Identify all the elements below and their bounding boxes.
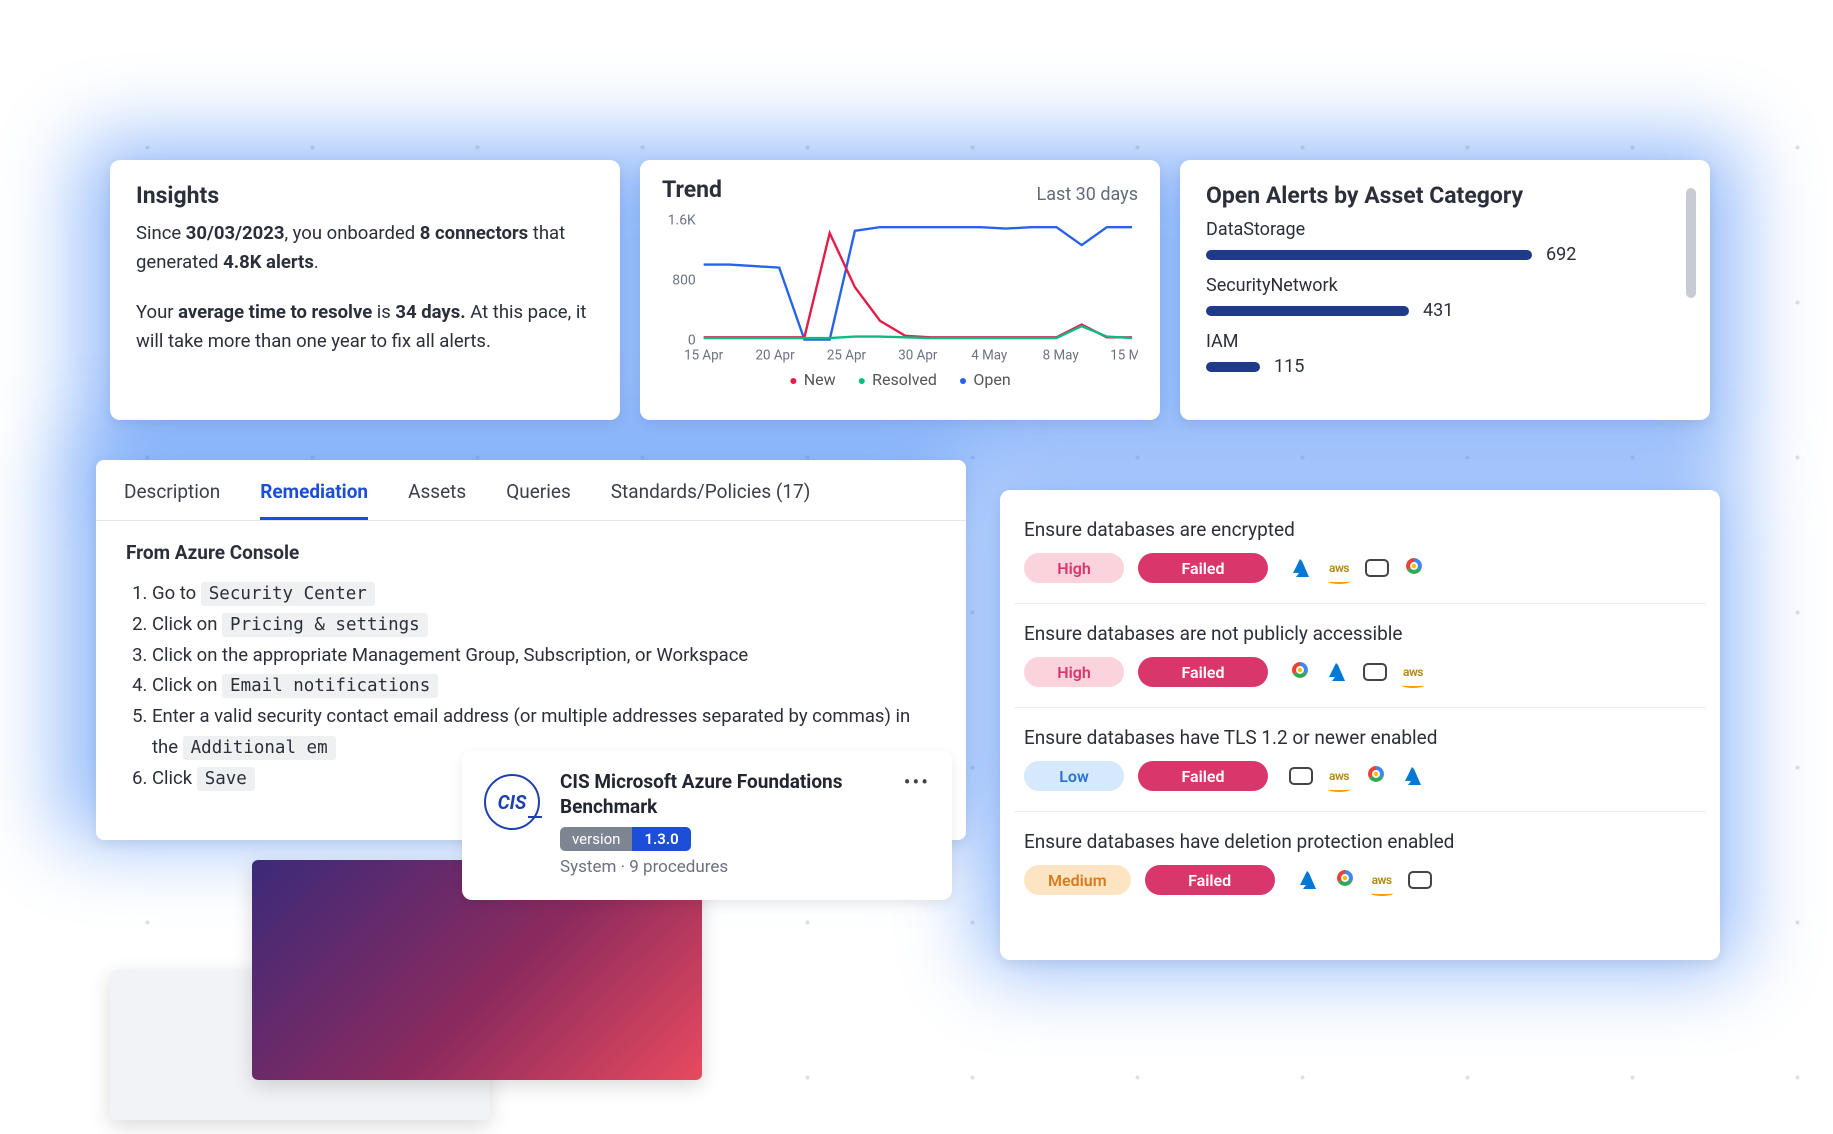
alert-category-value: 431 (1423, 300, 1453, 321)
finding-item[interactable]: Ensure databases have deletion protectio… (1014, 812, 1706, 915)
gcp-icon (1402, 555, 1426, 577)
code-token: Save (197, 767, 255, 791)
svg-text:15 May: 15 May (1110, 348, 1138, 363)
finding-title: Ensure databases are not publicly access… (1024, 622, 1696, 645)
alibaba-icon (1407, 867, 1433, 893)
status-badge: Failed (1138, 553, 1268, 583)
insights-line-1: Since 30/03/2023, you onboarded 8 connec… (136, 219, 594, 276)
azure-icon (1400, 763, 1426, 789)
alert-category-bar (1206, 362, 1260, 372)
remediation-step: Click on the appropriate Management Grou… (152, 640, 936, 671)
cis-version-badge: version 1.3.0 (560, 827, 691, 851)
finding-item[interactable]: Ensure databases are encrypted High Fail… (1014, 500, 1706, 604)
aws-icon: aws (1326, 555, 1352, 581)
remediation-heading: From Azure Console (126, 541, 936, 564)
finding-item[interactable]: Ensure databases have TLS 1.2 or newer e… (1014, 708, 1706, 812)
severity-badge: Low (1024, 761, 1124, 791)
gcp-icon (1364, 763, 1388, 785)
svg-text:8 May: 8 May (1043, 348, 1080, 363)
code-token: Security Center (201, 582, 375, 606)
legend-resolved: Resolved (858, 370, 937, 389)
trend-chart[interactable]: 0 800 1.6K 15 Apr 20 Apr 25 Apr 30 Apr 4 May 8 M… (662, 213, 1138, 368)
provider-icons: aws (1295, 867, 1433, 893)
trend-title: Trend (662, 176, 722, 203)
gcp-icon (1333, 867, 1357, 889)
finding-item[interactable]: Ensure databases are not publicly access… (1014, 604, 1706, 708)
provider-icons: aws (1288, 555, 1426, 581)
severity-badge: High (1024, 553, 1124, 583)
provider-icons: aws (1288, 659, 1426, 685)
cis-logo-icon: CIS (484, 774, 540, 830)
finding-title: Ensure databases have deletion protectio… (1024, 830, 1696, 853)
trend-legend: New Resolved Open (662, 370, 1138, 389)
severity-badge: Medium (1024, 865, 1131, 895)
scrollbar[interactable] (1686, 188, 1696, 298)
alert-category-label: IAM (1206, 331, 1670, 352)
cis-title: CIS Microsoft Azure Foundations Benchmar… (560, 770, 930, 819)
alert-category-value: 692 (1546, 244, 1576, 265)
tab-description[interactable]: Description (124, 480, 220, 520)
azure-icon (1295, 867, 1321, 893)
tab-remediation[interactable]: Remediation (260, 480, 368, 520)
alert-category-row[interactable]: DataStorage 692 (1206, 219, 1670, 265)
legend-new: New (789, 370, 835, 389)
severity-badge: High (1024, 657, 1124, 687)
alert-category-label: SecurityNetwork (1206, 275, 1670, 296)
alert-category-bar (1206, 250, 1532, 260)
alert-category-bar (1206, 306, 1409, 316)
status-badge: Failed (1138, 761, 1268, 791)
more-menu-icon[interactable]: ••• (904, 770, 930, 794)
svg-text:30 Apr: 30 Apr (898, 348, 938, 363)
azure-icon (1324, 659, 1350, 685)
finding-title: Ensure databases are encrypted (1024, 518, 1696, 541)
status-badge: Failed (1145, 865, 1275, 895)
alert-category-row[interactable]: SecurityNetwork 431 (1206, 275, 1670, 321)
open-alerts-card: Open Alerts by Asset Category DataStorag… (1180, 160, 1710, 420)
tab-assets[interactable]: Assets (408, 480, 466, 520)
trend-range: Last 30 days (1037, 184, 1138, 205)
gcp-icon (1288, 659, 1312, 681)
open-alerts-title: Open Alerts by Asset Category (1206, 182, 1670, 209)
cis-benchmark-card[interactable]: CIS CIS Microsoft Azure Foundations Benc… (462, 750, 952, 900)
code-token: Additional em (183, 736, 336, 760)
remediation-tabs: Description Remediation Assets Queries Stand… (96, 460, 966, 521)
svg-text:800: 800 (672, 273, 696, 289)
svg-text:20 Apr: 20 Apr (755, 348, 795, 363)
insights-line-2: Your average time to resolve is 34 days.… (136, 298, 594, 355)
cis-meta: System · 9 procedures (560, 857, 930, 877)
svg-text:25 Apr: 25 Apr (827, 348, 867, 363)
aws-icon: aws (1400, 659, 1426, 685)
findings-list: Ensure databases are encrypted High Fail… (1000, 490, 1720, 960)
finding-title: Ensure databases have TLS 1.2 or newer e… (1024, 726, 1696, 749)
aws-icon: aws (1369, 867, 1395, 893)
svg-text:1.6K: 1.6K (668, 213, 696, 229)
insights-card: Insights Since 30/03/2023, you onboarded… (110, 160, 620, 420)
status-badge: Failed (1138, 657, 1268, 687)
code-token: Email notifications (222, 674, 438, 698)
provider-icons: aws (1288, 763, 1426, 789)
remediation-step: Go to Security Center (152, 578, 936, 609)
alert-category-label: DataStorage (1206, 219, 1670, 240)
alibaba-icon (1288, 763, 1314, 789)
alert-category-value: 115 (1274, 356, 1304, 377)
tab-queries[interactable]: Queries (506, 480, 571, 520)
insights-title: Insights (136, 182, 594, 209)
tab-standards-policies-[interactable]: Standards/Policies (17) (611, 480, 811, 520)
alibaba-icon (1362, 659, 1388, 685)
aws-icon: aws (1326, 763, 1352, 789)
remediation-step: Click on Pricing & settings (152, 609, 936, 640)
alert-category-row[interactable]: IAM 115 (1206, 331, 1670, 377)
azure-icon (1288, 555, 1314, 581)
trend-card: Trend Last 30 days 0 800 1.6K 15 Apr 20 Apr 2… (640, 160, 1160, 420)
code-token: Pricing & settings (222, 613, 428, 637)
alibaba-icon (1364, 555, 1390, 581)
svg-text:15 Apr: 15 Apr (684, 348, 724, 363)
svg-text:0: 0 (688, 333, 696, 349)
svg-text:4 May: 4 May (971, 348, 1008, 363)
remediation-step: Click on Email notifications (152, 670, 936, 701)
legend-open: Open (959, 370, 1011, 389)
